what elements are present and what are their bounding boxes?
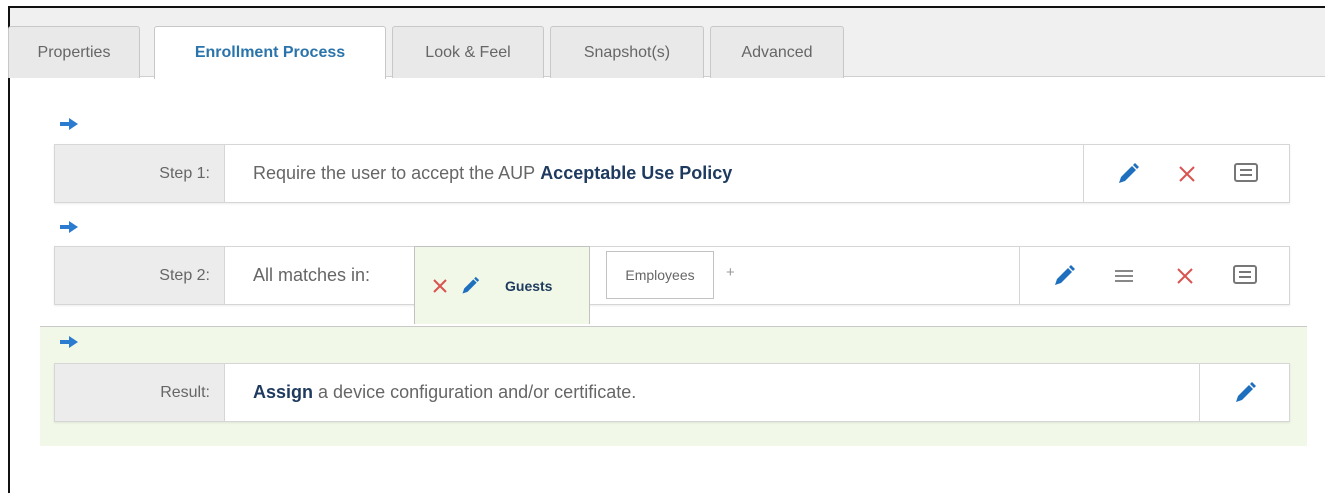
add-group-button[interactable]: + — [726, 264, 735, 281]
result-row: Result: Assign a device configuration an… — [54, 363, 1290, 422]
tab-label: Look & Feel — [425, 43, 511, 61]
result-actions — [1199, 364, 1289, 421]
step-1-label: Step 1: — [55, 145, 225, 202]
comment-icon — [1233, 162, 1258, 182]
step-2-label: Step 2: — [55, 247, 225, 304]
reorder-button[interactable] — [1110, 262, 1138, 290]
group-tab-employees[interactable]: Employees — [606, 251, 714, 299]
tab-advanced[interactable]: Advanced — [710, 26, 844, 78]
pencil-icon — [1118, 162, 1139, 183]
pencil-icon — [462, 276, 480, 293]
edit-button[interactable] — [1050, 262, 1078, 290]
enrollment-panel: Properties Enrollment Process Look & Fee… — [8, 6, 1325, 493]
result-text: a device configuration and/or certificat… — [318, 382, 637, 402]
remove-group-button[interactable] — [429, 272, 451, 300]
tab-enrollment-process[interactable]: Enrollment Process — [154, 26, 386, 79]
arrow-right-icon — [60, 336, 78, 348]
result-content: Assign a device configuration and/or cer… — [225, 364, 1199, 421]
tab-label: Snapshot(s) — [583, 43, 671, 61]
comment-button[interactable] — [1231, 262, 1259, 290]
comment-button[interactable] — [1232, 160, 1260, 188]
step-1-actions — [1083, 145, 1289, 202]
pencil-icon — [1235, 381, 1256, 402]
result-label: Result: — [55, 364, 225, 421]
edit-group-button[interactable] — [457, 272, 483, 300]
group-tab-guests[interactable]: Guests — [414, 246, 590, 324]
delete-icon — [1176, 267, 1193, 284]
tab-bar: Properties Enrollment Process Look & Fee… — [8, 8, 1325, 79]
step-2-text: All matches in: — [253, 265, 371, 285]
edit-button[interactable] — [1231, 379, 1259, 407]
delete-icon — [433, 278, 447, 293]
step-1-content: Require the user to accept the AUP Accep… — [225, 145, 1083, 202]
comment-icon — [1232, 264, 1257, 284]
tab-properties[interactable]: Properties — [8, 26, 140, 78]
group-label-guests: Guests — [505, 277, 553, 294]
delete-button[interactable] — [1173, 160, 1201, 188]
pencil-icon — [1055, 264, 1076, 285]
step-2-actions — [1019, 247, 1289, 304]
tab-snapshots[interactable]: Snapshot(s) — [550, 26, 704, 78]
reorder-icon — [1115, 269, 1134, 282]
arrow-right-icon — [60, 221, 78, 233]
delete-button[interactable] — [1171, 262, 1199, 290]
assign-link[interactable]: Assign — [253, 382, 313, 403]
step-1-text: Require the user to accept the AUP — [253, 163, 536, 183]
tab-label: Advanced — [741, 43, 813, 61]
group-label-employees: Employees — [625, 267, 695, 283]
step-1-row: Step 1: Require the user to accept the A… — [54, 144, 1290, 203]
aup-link[interactable]: Acceptable Use Policy — [540, 163, 732, 184]
tab-look-and-feel[interactable]: Look & Feel — [392, 26, 544, 78]
tab-label: Enrollment Process — [194, 44, 346, 61]
delete-icon — [1178, 165, 1195, 182]
tab-label: Properties — [37, 43, 111, 61]
arrow-right-icon — [60, 118, 78, 130]
edit-button[interactable] — [1114, 160, 1142, 188]
